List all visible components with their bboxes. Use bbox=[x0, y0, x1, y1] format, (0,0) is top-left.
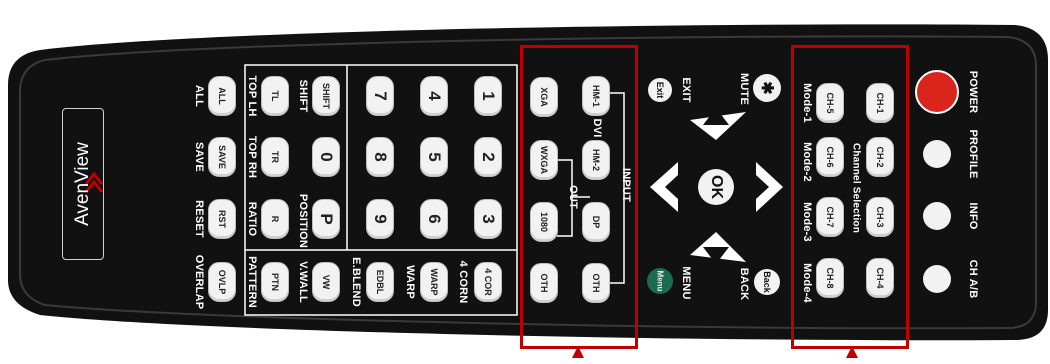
menu-label: MENU bbox=[680, 266, 692, 300]
brand-badge: AvenView bbox=[62, 108, 104, 260]
brand-name: AvenView bbox=[72, 142, 93, 226]
channel-button-7[interactable]: CH-7 bbox=[816, 197, 844, 237]
menu-button[interactable]: Menu bbox=[647, 268, 673, 294]
number-key-7[interactable]: 7 bbox=[366, 76, 394, 116]
number-key-5[interactable]: 5 bbox=[420, 137, 448, 177]
save-label: SAVE bbox=[193, 142, 205, 172]
input-oth-button[interactable]: OTH bbox=[582, 263, 610, 303]
warp-button[interactable]: WARP bbox=[420, 262, 448, 302]
video-wall-button[interactable]: VW bbox=[312, 262, 340, 302]
shift-button[interactable]: SHIFT bbox=[312, 76, 340, 116]
reset-label: RESET bbox=[193, 200, 205, 238]
four-corner-label: 4 CORN bbox=[457, 260, 469, 304]
overlap-button[interactable]: OVLP bbox=[208, 262, 236, 302]
channel-button-4[interactable]: CH-4 bbox=[866, 258, 894, 298]
mode-label-2: Mode-2 bbox=[801, 142, 813, 182]
number-key-1[interactable]: 1 bbox=[474, 76, 502, 116]
highlight-arrow-io bbox=[572, 346, 584, 358]
input-hm1-button[interactable]: HM-1 bbox=[582, 76, 610, 116]
save-button[interactable]: SAVE bbox=[208, 137, 236, 177]
nav-down-button[interactable] bbox=[692, 240, 742, 274]
mute-speaker-icon: ✱ bbox=[758, 81, 775, 95]
mode-label-4: Mode-4 bbox=[801, 263, 813, 303]
power-label: POWER bbox=[967, 70, 979, 114]
pattern-button[interactable]: PTN bbox=[261, 262, 289, 302]
warp-label: WARP bbox=[404, 265, 416, 299]
number-key-3[interactable]: 3 bbox=[474, 199, 502, 239]
top-left-button[interactable]: TL bbox=[261, 76, 289, 116]
number-key-6[interactable]: 6 bbox=[420, 199, 448, 239]
channel-button-6[interactable]: CH-6 bbox=[816, 137, 844, 177]
number-key-9[interactable]: 9 bbox=[366, 199, 394, 239]
ratio-label: RATIO bbox=[246, 201, 258, 237]
exit-button[interactable]: Exit bbox=[648, 78, 672, 102]
edge-blend-button[interactable]: EDBL bbox=[366, 262, 394, 302]
highlight-arrow-channels bbox=[846, 346, 858, 358]
mute-button[interactable]: ✱ bbox=[753, 74, 781, 102]
back-label: BACK bbox=[738, 267, 750, 301]
output-1080-button[interactable]: 1080 bbox=[530, 202, 558, 242]
edge-blend-label: E.BLEND bbox=[350, 257, 362, 307]
channel-button-1[interactable]: CH-1 bbox=[866, 83, 894, 123]
mode-label-1: Mode-1 bbox=[801, 83, 813, 123]
channel-button-3[interactable]: CH-3 bbox=[866, 197, 894, 237]
input-hm2-button[interactable]: HM-2 bbox=[582, 140, 610, 180]
output-title: OUT bbox=[567, 185, 579, 209]
profile-label: PROFILE bbox=[967, 129, 979, 179]
output-xga-button[interactable]: XGA bbox=[530, 77, 558, 117]
input-title: INPUT bbox=[620, 168, 632, 202]
channel-button-8[interactable]: CH-8 bbox=[816, 258, 844, 298]
profile-button[interactable] bbox=[923, 140, 951, 168]
nav-up-button[interactable] bbox=[692, 100, 742, 134]
exit-label: EXIT bbox=[680, 77, 692, 103]
overlap-label: OVERLAP bbox=[193, 254, 205, 310]
ratio-button[interactable]: R bbox=[261, 199, 289, 239]
position-label: POSITION bbox=[297, 193, 309, 249]
channel-selection-title: Channel Selection bbox=[850, 142, 862, 234]
number-key-2[interactable]: 2 bbox=[474, 137, 502, 177]
output-oth-button[interactable]: OTH bbox=[530, 263, 558, 303]
channel-button-5[interactable]: CH-5 bbox=[816, 83, 844, 123]
top-left-label: TOP LH bbox=[246, 75, 258, 117]
mode-label-3: Mode-3 bbox=[801, 202, 813, 242]
top-right-label: TOP RH bbox=[246, 135, 258, 179]
shift-label: SHIFT bbox=[297, 79, 309, 113]
position-button[interactable]: P bbox=[312, 199, 340, 239]
ok-button[interactable]: OK bbox=[698, 169, 734, 205]
number-key-4[interactable]: 4 bbox=[420, 76, 448, 116]
power-button[interactable] bbox=[915, 70, 959, 114]
output-wxga-button[interactable]: WXGA bbox=[530, 140, 558, 180]
info-label: INFO bbox=[967, 202, 979, 230]
dvi-label: DVI bbox=[591, 118, 603, 138]
number-key-0[interactable]: 0 bbox=[312, 137, 340, 177]
input-dp-button[interactable]: DP bbox=[582, 202, 610, 242]
ch-ab-button[interactable] bbox=[923, 265, 951, 293]
all-button[interactable]: ALL bbox=[208, 76, 236, 116]
info-button[interactable] bbox=[923, 202, 951, 230]
back-button[interactable]: Back bbox=[754, 269, 780, 295]
channel-button-2[interactable]: CH-2 bbox=[866, 137, 894, 177]
number-key-8[interactable]: 8 bbox=[366, 137, 394, 177]
nav-right-button[interactable] bbox=[754, 162, 786, 212]
pattern-label: PATTERN bbox=[246, 256, 258, 308]
video-wall-label: V.WALL bbox=[297, 261, 309, 303]
top-right-button[interactable]: TR bbox=[261, 137, 289, 177]
nav-left-button[interactable] bbox=[648, 162, 680, 212]
all-label: ALL bbox=[193, 85, 205, 107]
ch-ab-label: CH A/B bbox=[967, 259, 979, 299]
reset-button[interactable]: RST bbox=[208, 199, 236, 239]
four-corner-button[interactable]: 4 COR bbox=[474, 262, 502, 302]
